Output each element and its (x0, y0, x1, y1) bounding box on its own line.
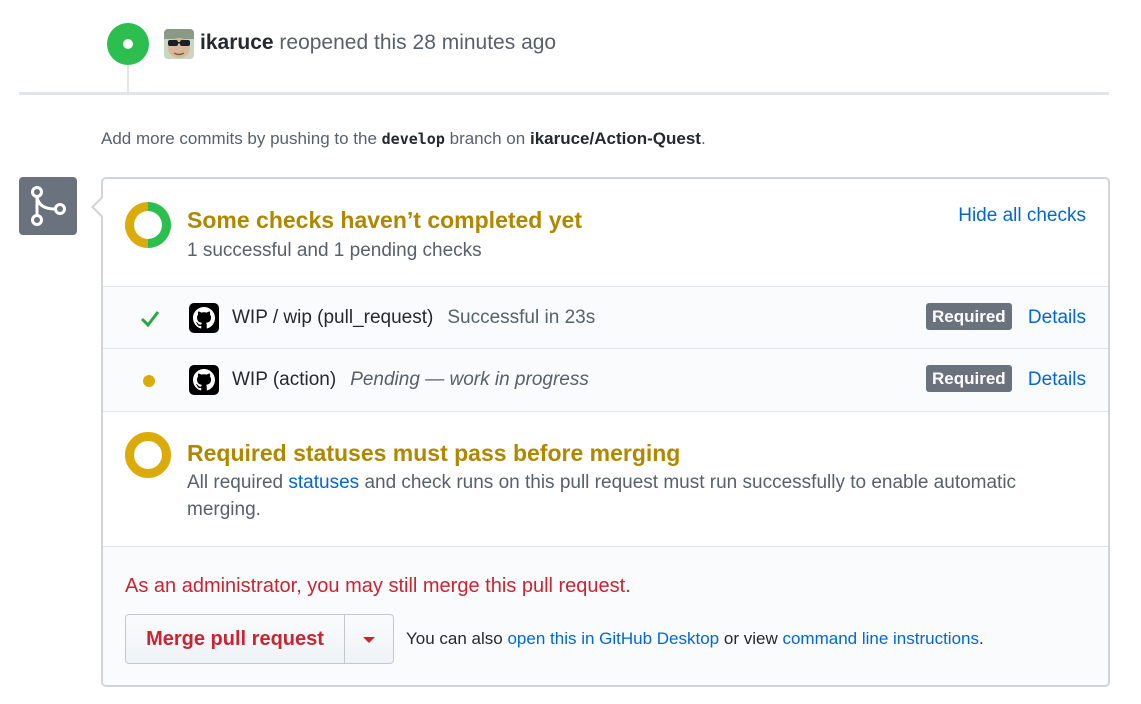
event-time[interactable]: 28 minutes ago (413, 31, 557, 54)
check-icon (140, 311, 160, 328)
checks-title: Some checks haven’t completed yet (187, 207, 582, 233)
github-mark-icon (189, 365, 219, 395)
check-details-link[interactable]: Details (1028, 367, 1086, 393)
reopened-dot-icon (107, 23, 149, 65)
merge-pull-request-button[interactable]: Merge pull request (125, 614, 345, 664)
alt-prefix: You can also (406, 629, 503, 648)
push-hint-middle: branch on (449, 129, 526, 148)
event-author-link[interactable]: ikaruce (200, 31, 274, 54)
required-statuses-description: All required statuses and check runs on … (187, 469, 1067, 523)
required-statuses-section: Required statuses must pass before mergi… (103, 412, 1108, 547)
checks-summary: Some checks haven’t completed yet 1 succ… (103, 179, 1108, 287)
statuses-link[interactable]: statuses (288, 472, 359, 493)
checks-subtitle: 1 successful and 1 pending checks (187, 240, 482, 261)
panel-pointer-inner (94, 198, 103, 216)
timeline-event-reopened: ikaruce reopened this 28 minutes ago (0, 0, 1141, 95)
pending-ring-icon (125, 432, 171, 478)
git-merge-icon (19, 177, 77, 235)
check-name: WIP (action) Pending — work in progress (232, 367, 589, 393)
timeline-connector (127, 65, 129, 92)
check-name: WIP / wip (pull_request) Successful in 23… (232, 305, 595, 331)
event-action: reopened this (279, 31, 407, 54)
merge-button-group: Merge pull request (125, 614, 394, 664)
merge-status-panel: Some checks haven’t completed yet 1 succ… (101, 177, 1110, 687)
push-hint-prefix: Add more commits by pushing to the (101, 129, 377, 148)
check-row: WIP / wip (pull_request) Successful in 23… (103, 287, 1108, 349)
required-badge: Required (926, 365, 1012, 392)
checks-progress-icon (125, 202, 171, 248)
check-name-text: WIP (action) (232, 369, 337, 390)
merge-section: As an administrator, you may still merge… (103, 547, 1108, 685)
command-line-instructions-link[interactable]: command line instructions (782, 629, 979, 648)
triangle-down-icon (363, 637, 375, 643)
required-desc-prefix: All required (187, 472, 284, 493)
alternative-merge-options: You can also open this in GitHub Desktop… (406, 627, 984, 651)
github-mark-icon (189, 303, 219, 333)
merge-method-dropdown[interactable] (345, 614, 394, 664)
admin-merge-message: As an administrator, you may still merge… (125, 575, 631, 597)
alt-middle: or view (723, 629, 778, 648)
check-details-link[interactable]: Details (1028, 305, 1086, 331)
check-description: Successful in 23s (447, 307, 596, 328)
check-name-text: WIP / wip (pull_request) (232, 307, 434, 328)
avatar[interactable] (164, 29, 194, 59)
required-statuses-title: Required statuses must pass before mergi… (187, 440, 681, 466)
check-description: Pending — work in progress (350, 369, 589, 390)
repo-name: ikaruce/Action-Quest (529, 129, 701, 148)
event-description: ikaruce reopened this 28 minutes ago (200, 30, 556, 56)
open-in-desktop-link[interactable]: open this in GitHub Desktop (507, 629, 719, 648)
timeline-divider (19, 92, 1109, 95)
branch-name: develop (381, 130, 445, 148)
alt-suffix: . (979, 629, 984, 648)
push-hint: Add more commits by pushing to the devel… (101, 127, 706, 151)
dot-icon (143, 375, 155, 387)
push-hint-suffix: . (700, 129, 706, 148)
check-row: WIP (action) Pending — work in progress R… (103, 349, 1108, 412)
hide-all-checks-link[interactable]: Hide all checks (958, 204, 1086, 228)
required-badge: Required (926, 303, 1012, 330)
